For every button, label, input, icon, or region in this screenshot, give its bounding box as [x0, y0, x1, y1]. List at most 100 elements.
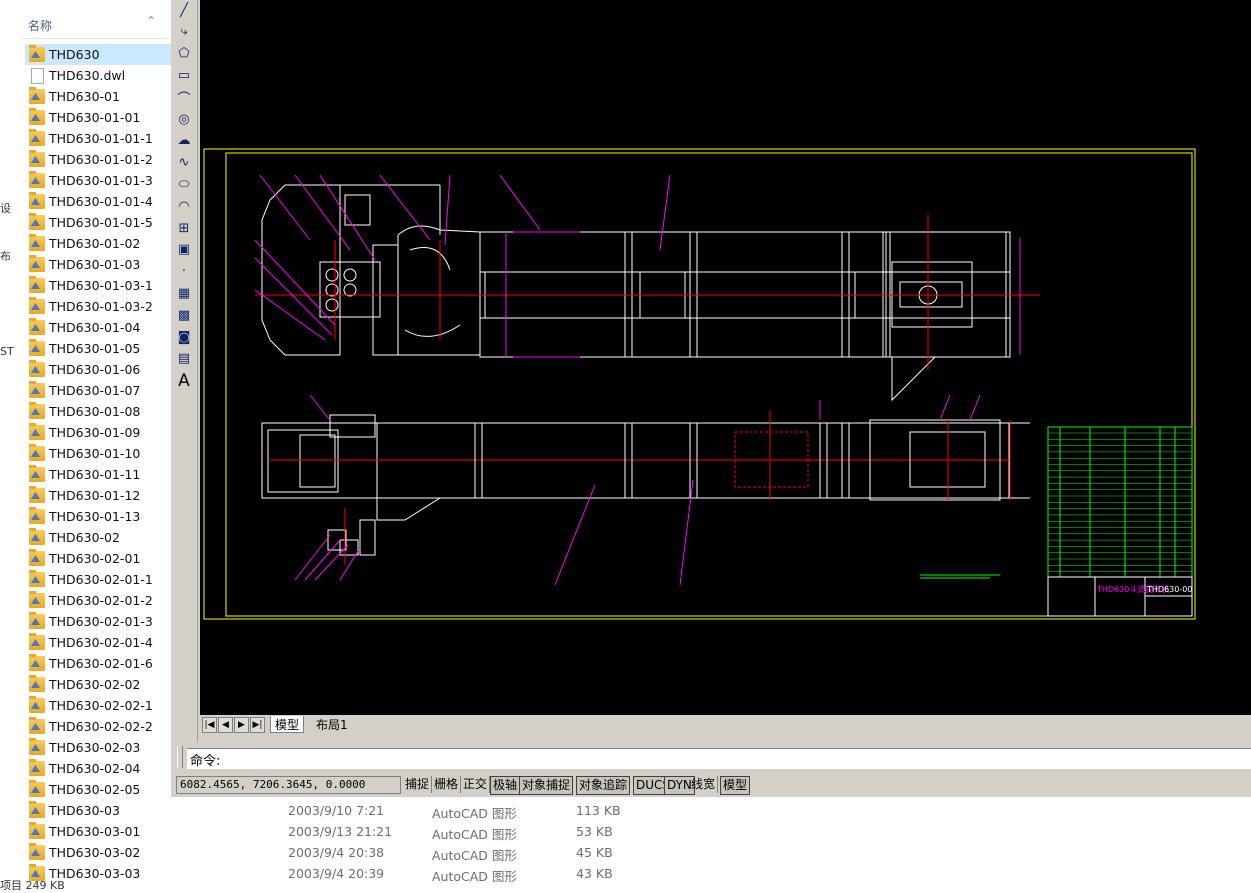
column-header-name[interactable]: 名称 ⌃ — [22, 12, 170, 39]
point-icon[interactable]: · — [173, 262, 195, 282]
folder-item[interactable]: THD630-01-08 — [25, 401, 171, 422]
polyline-icon[interactable]: ⤷ — [173, 22, 195, 42]
command-window-grip[interactable] — [177, 746, 183, 768]
next-tab-icon[interactable]: ▶ — [234, 717, 249, 733]
item-name: THD630-01-02 — [49, 236, 141, 251]
ellipse-arc-icon[interactable]: ◠ — [173, 196, 195, 216]
file-item[interactable]: THD630.dwl — [25, 65, 171, 86]
status-toggle-button[interactable]: 对象追踪 — [576, 776, 631, 795]
folder-icon — [29, 801, 45, 818]
folder-icon — [29, 318, 45, 335]
folder-item[interactable]: THD630-02-05 — [25, 779, 171, 800]
status-toggle-button[interactable]: 极轴 — [490, 776, 521, 795]
item-name: THD630-01 — [49, 89, 120, 104]
ellipse-icon[interactable]: ⬭ — [173, 174, 195, 194]
status-toggle-button[interactable]: 对象捕捉 — [519, 776, 574, 795]
folder-item[interactable]: THD630-01-12 — [25, 485, 171, 506]
status-toggle-button[interactable]: 模型 — [720, 776, 751, 795]
folder-item[interactable]: THD630-01-03 — [25, 254, 171, 275]
folder-item[interactable]: THD630-01-01-1 — [25, 128, 171, 149]
folder-item[interactable]: THD630-01-11 — [25, 464, 171, 485]
title-block — [1047, 576, 1193, 617]
circle-icon[interactable]: ◎ — [173, 109, 195, 129]
gradient-icon[interactable]: ▩ — [173, 305, 195, 325]
last-tab-icon[interactable]: ▶| — [250, 717, 265, 733]
folder-item[interactable]: THD630-01-04 — [25, 317, 171, 338]
folder-item[interactable]: THD630-01-10 — [25, 443, 171, 464]
folder-item[interactable]: THD630-02-01-1 — [25, 569, 171, 590]
status-toggle-button[interactable]: 正交 — [461, 776, 491, 793]
folder-item[interactable]: THD630-01-05 — [25, 338, 171, 359]
folder-item[interactable]: THD630-02-01-6 — [25, 653, 171, 674]
folder-item[interactable]: THD630-01-02 — [25, 233, 171, 254]
status-toggle-button[interactable]: 线宽 — [689, 776, 719, 793]
folder-item[interactable]: THD630-01-13 — [25, 506, 171, 527]
folder-item[interactable]: THD630-01-01-3 — [25, 170, 171, 191]
status-toggle-button[interactable]: 栅格 — [432, 776, 462, 793]
folder-item[interactable]: THD630-03 — [25, 800, 171, 821]
tab-model[interactable]: 模型 — [270, 716, 305, 733]
folder-item[interactable]: THD630-01-01 — [25, 107, 171, 128]
folder-item[interactable]: THD630-01-01-5 — [25, 212, 171, 233]
folder-item[interactable]: THD630-01-01-2 — [25, 149, 171, 170]
arc-icon[interactable]: ⌒ — [173, 87, 195, 107]
command-line-input[interactable]: 命令: — [187, 748, 1251, 769]
details-row[interactable]: 2003/9/10 7:21 AutoCAD 图形 113 KB — [170, 800, 630, 821]
revision-cloud-icon[interactable]: ☁ — [173, 131, 195, 151]
coordinate-display[interactable]: 6082.4565, 7206.3645, 0.0000 — [176, 776, 401, 794]
item-name: THD630-01-01-2 — [49, 152, 153, 167]
folder-icon — [29, 276, 45, 293]
polygon-icon[interactable]: ⬠ — [173, 44, 195, 64]
drawing-canvas[interactable]: THD630斗式提升机 THD630-00 — [200, 0, 1251, 715]
modified-date: 2003/9/13 21:21 — [288, 824, 393, 839]
folder-item[interactable]: THD630-02-01-4 — [25, 632, 171, 653]
folder-icon — [29, 45, 45, 62]
drawing-inner-border — [225, 152, 1193, 617]
rectangle-icon[interactable]: ▭ — [173, 65, 195, 85]
folder-item[interactable]: THD630-02-01 — [25, 548, 171, 569]
navigation-pane-edge: 设 布 ST — [0, 0, 22, 888]
folder-item[interactable]: THD630-01-03-2 — [25, 296, 171, 317]
folder-icon — [29, 675, 45, 692]
details-row[interactable]: 2003/9/4 20:38 AutoCAD 图形 45 KB — [170, 842, 630, 863]
folder-item[interactable]: THD630-02-02-1 — [25, 695, 171, 716]
status-toggle-button[interactable]: 捕捉 — [403, 776, 433, 793]
folder-item[interactable]: THD630-01-03-1 — [25, 275, 171, 296]
item-name: THD630-02-03 — [49, 740, 141, 755]
folder-item[interactable]: THD630-03-02 — [25, 842, 171, 863]
text-icon[interactable]: A — [173, 371, 195, 391]
hatch-icon[interactable]: ▦ — [173, 283, 195, 303]
item-name: THD630-02-05 — [49, 782, 141, 797]
table-icon[interactable]: ▤ — [173, 349, 195, 369]
folder-item[interactable]: THD630-01-09 — [25, 422, 171, 443]
folder-item[interactable]: THD630 — [25, 44, 171, 65]
details-row[interactable]: 2003/9/13 21:21 AutoCAD 图形 53 KB — [170, 821, 630, 842]
folder-item[interactable]: THD630-01 — [25, 86, 171, 107]
insert-block-icon[interactable]: ⊞ — [173, 218, 195, 238]
folder-item[interactable]: THD630-01-01-4 — [25, 191, 171, 212]
folder-item[interactable]: THD630-02-04 — [25, 758, 171, 779]
tab-layout1[interactable]: 布局1 — [312, 716, 352, 732]
item-name: THD630-02-04 — [49, 761, 141, 776]
folder-item[interactable]: THD630-02-03 — [25, 737, 171, 758]
item-name: THD630-01-03-2 — [49, 299, 153, 314]
first-tab-icon[interactable]: |◀ — [202, 717, 217, 733]
folder-item[interactable]: THD630-02-02 — [25, 674, 171, 695]
line-icon[interactable]: ╱ — [173, 0, 195, 20]
folder-item[interactable]: THD630-01-07 — [25, 380, 171, 401]
file-size: 45 KB — [576, 845, 613, 860]
folder-item[interactable]: THD630-01-06 — [25, 359, 171, 380]
prev-tab-icon[interactable]: ◀ — [218, 717, 233, 733]
region-icon[interactable]: ◙ — [173, 327, 195, 347]
folder-item[interactable]: THD630-02-01-3 — [25, 611, 171, 632]
make-block-icon[interactable]: ▣ — [173, 240, 195, 260]
item-name: THD630-02-01-1 — [49, 572, 153, 587]
details-row[interactable]: 2003/9/4 20:39 AutoCAD 图形 43 KB — [170, 863, 630, 884]
folder-item[interactable]: THD630-02-01-2 — [25, 590, 171, 611]
folder-item[interactable]: THD630-03-01 — [25, 821, 171, 842]
folder-item[interactable]: THD630-02-02-2 — [25, 716, 171, 737]
item-name: THD630-02-01-3 — [49, 614, 153, 629]
spline-icon[interactable]: ∿ — [173, 153, 195, 173]
explorer-status-text: 项目 249 KB — [0, 879, 65, 892]
folder-item[interactable]: THD630-02 — [25, 527, 171, 548]
